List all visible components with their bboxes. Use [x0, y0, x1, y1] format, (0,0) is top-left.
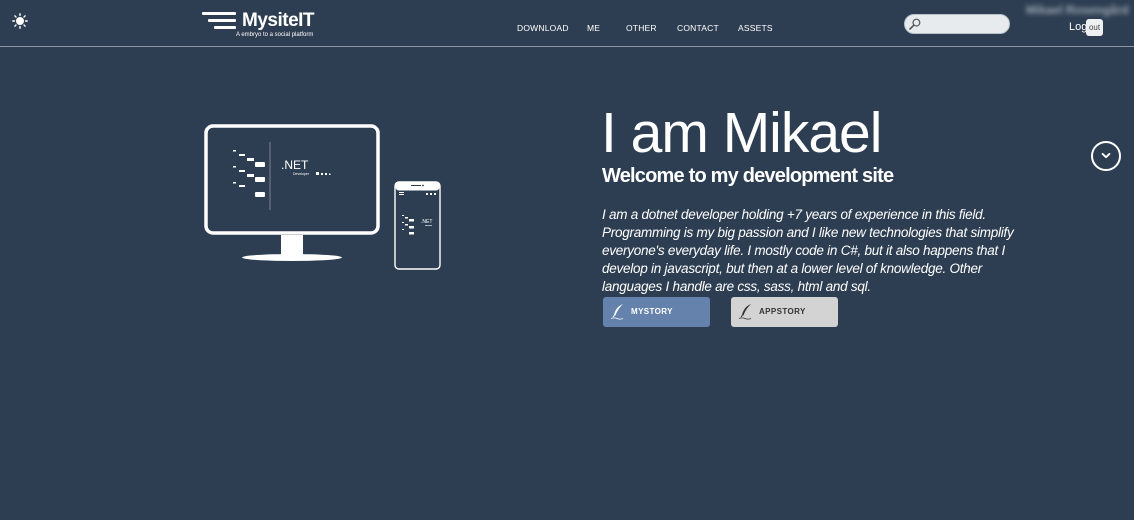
nav-download[interactable]: DOWNLOAD: [517, 23, 569, 33]
nav-other[interactable]: OTHER: [626, 23, 657, 33]
quill-icon: [610, 304, 624, 320]
devices-illustration: .NET Developer .NET: [204, 124, 441, 270]
logo-mark: [202, 12, 236, 30]
hero-subtitle: Welcome to my development site: [602, 165, 894, 187]
hero-description: I am a dotnet developer holding +7 years…: [602, 207, 1014, 294]
log-label: Log: [1069, 21, 1088, 33]
site-logo[interactable]: MysiteIT A embryo to a social platform: [200, 10, 322, 40]
logo-text: MysiteIT: [242, 10, 315, 31]
quill-icon: [738, 304, 752, 320]
magnifier-icon: [909, 18, 921, 30]
sun-icon[interactable]: [12, 13, 28, 29]
mystory-label: MYSTORY: [631, 307, 673, 316]
scroll-down-button[interactable]: [1091, 141, 1121, 171]
appstory-button[interactable]: APPSTORY: [731, 297, 838, 327]
monitor-net-text: .NET: [281, 158, 309, 172]
header: MysiteIT A embryo to a social platform D…: [0, 0, 1134, 47]
user-name: Mikael Rosengård: [1026, 3, 1129, 17]
hero-title: I am Mikael: [601, 101, 882, 165]
monitor-developer-text: Developer: [293, 172, 310, 176]
nav-assets[interactable]: ASSETS: [738, 23, 773, 33]
search-input[interactable]: [923, 17, 1007, 31]
monitor-illustration: .NET Developer: [204, 124, 380, 261]
nav-me[interactable]: ME: [587, 23, 600, 33]
mystory-button[interactable]: MYSTORY: [603, 297, 710, 327]
chevron-down-icon: [1101, 152, 1111, 159]
nav-contact[interactable]: CONTACT: [677, 23, 719, 33]
phone-net-text: .NET: [421, 219, 432, 225]
logo-tagline: A embryo to a social platform: [236, 32, 314, 38]
appstory-label: APPSTORY: [759, 307, 806, 316]
phone-illustration: .NET: [394, 181, 441, 270]
search-box: [904, 14, 1010, 34]
logout-button[interactable]: out: [1086, 19, 1103, 36]
